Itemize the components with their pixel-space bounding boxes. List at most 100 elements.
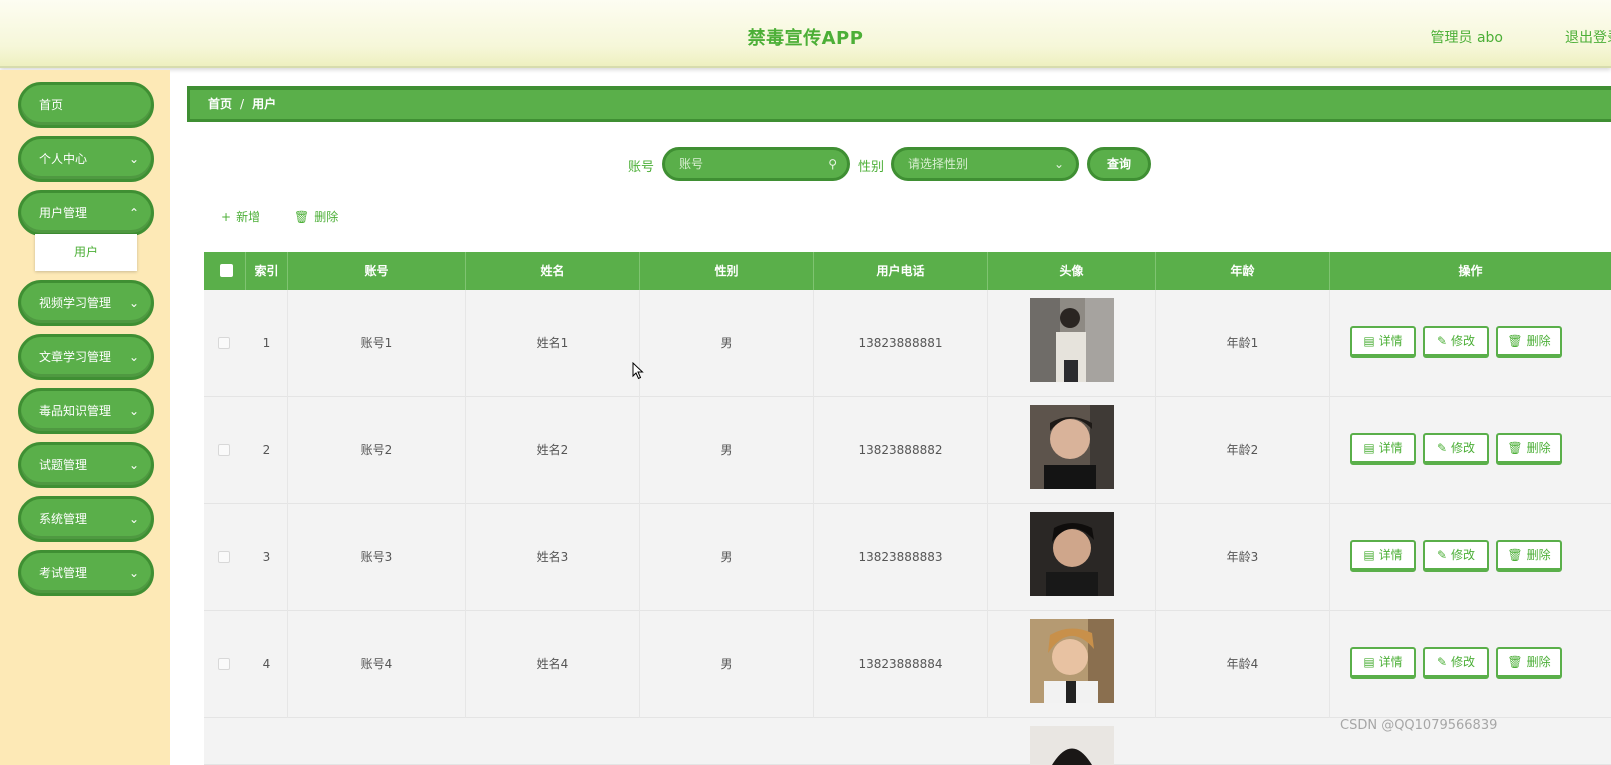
avatar[interactable]	[1030, 726, 1114, 765]
detail-button[interactable]: ▤ 详情	[1350, 326, 1416, 358]
select-all-checkbox[interactable]	[220, 264, 233, 277]
document-icon: ▤	[1363, 334, 1375, 348]
cell-gender: 男	[640, 290, 814, 397]
account-search-input[interactable]: 账号 ⚲	[662, 147, 850, 181]
avatar[interactable]	[1030, 512, 1114, 596]
document-icon: ▤	[1363, 655, 1375, 669]
gender-label: 性别	[858, 160, 885, 175]
mouse-cursor-icon	[632, 362, 644, 380]
document-icon: ▤	[1363, 441, 1375, 455]
sidebar-item-video-management[interactable]: 视频学习管理 ⌄	[18, 280, 154, 326]
delete-label: 删除	[1526, 655, 1551, 669]
cell-index: 2	[246, 397, 288, 504]
chevron-down-icon: ⌄	[128, 350, 139, 364]
cell-gender: 男	[640, 397, 814, 504]
query-button[interactable]: 查询	[1087, 147, 1151, 181]
table-row: 2 账号2 姓名2 男 13823888882 年龄2 ▤ 详情 ✎ 修改 🗑 删除	[204, 397, 1611, 504]
delete-button[interactable]: 🗑 删除	[1496, 433, 1562, 465]
delete-label: 删除	[1526, 548, 1551, 562]
row-checkbox[interactable]	[218, 337, 230, 349]
cell-name: 姓名1	[466, 290, 640, 397]
add-label: 新增	[236, 210, 261, 224]
sidebar-item-label: 首页	[39, 98, 64, 112]
detail-button[interactable]: ▤ 详情	[1350, 433, 1416, 465]
sidebar-item-drug-knowledge[interactable]: 毒品知识管理 ⌄	[18, 388, 154, 434]
table-row: 4 账号4 姓名4 男 13823888884 年龄4 ▤ 详情 ✎ 修改 🗑 删除	[204, 611, 1611, 718]
cell-index: 3	[246, 504, 288, 611]
table-header: 索引 账号 姓名 性别 用户电话 头像 年龄 操作	[204, 252, 1611, 290]
chevron-down-icon: ⌄	[128, 296, 139, 310]
sidebar-item-home[interactable]: 首页	[18, 82, 154, 128]
row-checkbox[interactable]	[218, 444, 230, 456]
delete-label: 删除	[1526, 441, 1551, 455]
search-icon: ⚲	[828, 157, 837, 171]
detail-label: 详情	[1378, 548, 1403, 562]
trash-icon: 🗑	[1507, 655, 1523, 669]
cell-phone: 13823888881	[814, 290, 988, 397]
avatar[interactable]	[1030, 405, 1114, 489]
pencil-icon: ✎	[1436, 548, 1448, 562]
breadcrumb-home[interactable]: 首页	[208, 97, 232, 111]
sidebar-item-exam-management[interactable]: 考试管理 ⌄	[18, 550, 154, 596]
sidebar: 首页 个人中心 ⌄ 用户管理 ⌃ 视频学习管理 ⌄ 文章学习管理 ⌄ 毒品知识管理 ⌄ 试…	[0, 70, 170, 765]
cell-phone: 13823888884	[814, 611, 988, 718]
account-placeholder: 账号	[679, 157, 704, 171]
chevron-up-icon: ⌃	[128, 206, 139, 220]
edit-button[interactable]: ✎ 修改	[1423, 433, 1489, 465]
cell-account: 账号4	[288, 611, 466, 718]
trash-icon: 🗑	[1507, 441, 1523, 455]
gender-placeholder: 请选择性别	[908, 157, 969, 171]
cell-index: 1	[246, 290, 288, 397]
cell-name: 姓名3	[466, 504, 640, 611]
edit-button[interactable]: ✎ 修改	[1423, 647, 1489, 679]
detail-button[interactable]: ▤ 详情	[1350, 647, 1416, 679]
sidebar-item-label: 毒品知识管理	[39, 404, 112, 418]
table-row: 3 账号3 姓名3 男 13823888883 年龄3 ▤ 详情 ✎ 修改 🗑 删除	[204, 504, 1611, 611]
edit-button[interactable]: ✎ 修改	[1423, 540, 1489, 572]
delete-button[interactable]: 🗑 删除	[1496, 326, 1562, 358]
add-button[interactable]: + 新增	[221, 208, 260, 225]
row-checkbox[interactable]	[218, 551, 230, 563]
select-all-cell	[204, 252, 246, 290]
table-row: 1 账号1 姓名1 男 13823888881 年龄1 ▤ 详情 ✎ 修改 🗑 删除	[204, 290, 1611, 397]
sidebar-item-system-management[interactable]: 系统管理 ⌄	[18, 496, 154, 542]
trash-icon: 🗑	[1507, 548, 1523, 562]
detail-button[interactable]: ▤ 详情	[1350, 540, 1416, 572]
delete-button[interactable]: 🗑 删除	[1496, 647, 1562, 679]
cell-name: 姓名4	[466, 611, 640, 718]
sidebar-item-article-management[interactable]: 文章学习管理 ⌄	[18, 334, 154, 380]
detail-label: 详情	[1378, 334, 1403, 348]
cell-phone: 13823888883	[814, 504, 988, 611]
logout-link[interactable]: 退出登录	[1565, 27, 1611, 47]
edit-button[interactable]: ✎ 修改	[1423, 326, 1489, 358]
sidebar-item-label: 文章学习管理	[39, 350, 112, 364]
chevron-down-icon: ⌄	[128, 458, 139, 472]
cell-account: 账号1	[288, 290, 466, 397]
avatar[interactable]	[1030, 298, 1114, 382]
sidebar-item-label: 视频学习管理	[39, 296, 112, 310]
edit-label: 修改	[1451, 441, 1476, 455]
detail-label: 详情	[1378, 441, 1403, 455]
delete-button[interactable]: 🗑 删除	[1496, 540, 1562, 572]
detail-label: 详情	[1378, 655, 1403, 669]
batch-delete-button[interactable]: 🗑 删除	[294, 208, 338, 225]
sidebar-item-question-management[interactable]: 试题管理 ⌄	[18, 442, 154, 488]
sidebar-subitem-users[interactable]: 用户	[35, 234, 137, 271]
column-header: 姓名	[466, 252, 640, 290]
column-header: 账号	[288, 252, 466, 290]
chevron-down-icon: ⌄	[128, 512, 139, 526]
edit-label: 修改	[1451, 655, 1476, 669]
plus-icon: +	[221, 210, 232, 224]
avatar[interactable]	[1030, 619, 1114, 703]
document-icon: ▤	[1363, 548, 1375, 562]
edit-label: 修改	[1451, 334, 1476, 348]
sidebar-item-user-management[interactable]: 用户管理 ⌃	[18, 190, 154, 236]
column-header: 头像	[988, 252, 1156, 290]
sidebar-item-personal-center[interactable]: 个人中心 ⌄	[18, 136, 154, 182]
row-checkbox[interactable]	[218, 658, 230, 670]
gender-select[interactable]: 请选择性别 ⌄	[891, 147, 1079, 181]
cell-age: 年龄3	[1156, 504, 1330, 611]
breadcrumb: 首页 / 用户	[187, 86, 1611, 122]
pencil-icon: ✎	[1436, 655, 1448, 669]
cell-account: 账号2	[288, 397, 466, 504]
